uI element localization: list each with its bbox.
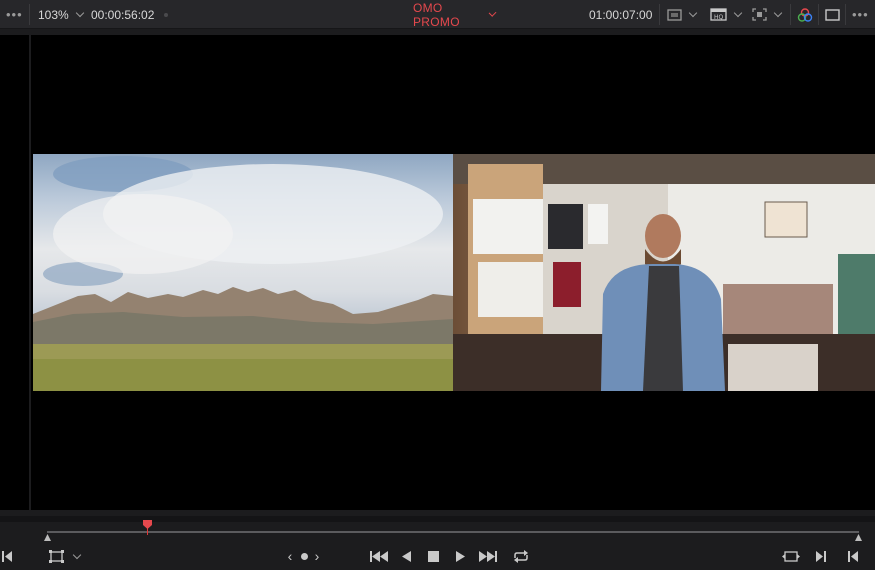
viewer-options-menu[interactable]: ••• [6, 0, 26, 29]
more-icon: ••• [6, 7, 23, 22]
divider [818, 4, 819, 25]
store-scene-image [453, 154, 875, 391]
store-interview-frame [453, 154, 875, 391]
svg-text:HQ: HQ [714, 14, 724, 21]
playhead-marker[interactable] [143, 520, 153, 529]
stop-icon [427, 550, 439, 562]
play-icon [455, 550, 465, 562]
play-reverse-icon [401, 550, 411, 562]
record-timecode-text: 01:00:07:00 [589, 7, 653, 22]
hq-icon: HQ [710, 8, 727, 21]
previous-clip-button[interactable] [846, 547, 860, 565]
dot-icon [300, 552, 308, 560]
record-timecode: 01:00:07:00 [589, 0, 653, 29]
first-frame-icon [2, 550, 12, 562]
skip-forward-icon [479, 550, 497, 562]
timeline-selector[interactable]: OMO PROMO [413, 0, 497, 29]
window-icon [825, 8, 840, 21]
skip-back-button[interactable] [369, 547, 389, 565]
divider [29, 4, 30, 25]
clip-view-icon [667, 8, 682, 21]
stop-button[interactable] [427, 547, 439, 565]
play-button[interactable] [454, 547, 466, 565]
chevron-down-icon [75, 8, 84, 18]
play-reverse-button[interactable] [400, 547, 412, 565]
chevron-down-icon [688, 8, 698, 18]
skip-back-icon [370, 550, 388, 562]
color-wheel-icon [797, 7, 813, 22]
timeline-name: OMO PROMO [413, 0, 460, 29]
prev-clip-icon [848, 550, 858, 562]
source-viewer-edge [0, 35, 29, 510]
zoom-value: 103% [38, 7, 69, 22]
match-frame-icon [782, 550, 800, 562]
chevron-down-icon [72, 550, 81, 559]
chevron-right-icon: › [314, 548, 320, 564]
divider [790, 4, 791, 25]
clip-view-dropdown[interactable] [667, 0, 701, 29]
source-timecode-text: 00:00:56:02 [91, 7, 155, 22]
source-timecode: 00:00:56:02 [91, 0, 155, 29]
chevron-left-icon: ‹ [287, 548, 293, 564]
marker-indicator[interactable] [298, 547, 310, 565]
next-frame-icon [816, 550, 826, 562]
first-frame-button[interactable] [0, 547, 14, 565]
more-icon: ••• [852, 7, 869, 22]
skip-forward-button[interactable] [478, 547, 498, 565]
enhanced-viewer-button[interactable] [825, 0, 841, 29]
zoom-dropdown[interactable]: 103% [38, 0, 84, 29]
loop-icon [514, 549, 528, 563]
viewer-toolbar: ••• 103% 00:00:56:02 OMO PROMO 01:00:07:… [0, 0, 875, 29]
divider [659, 4, 660, 25]
divider [845, 4, 846, 25]
overlay-dropdown[interactable] [752, 0, 786, 29]
chevron-down-icon [773, 8, 783, 18]
viewer-more-menu[interactable]: ••• [852, 0, 872, 29]
chevron-down-icon [733, 8, 743, 18]
scrub-track[interactable] [47, 531, 859, 533]
scrub-bar-background [0, 516, 875, 522]
mountain-landscape-frame [33, 154, 453, 391]
match-frame-button[interactable] [781, 547, 801, 565]
playback-quality-dropdown[interactable]: HQ [710, 0, 744, 29]
overlay-icon [752, 8, 767, 21]
mountain-scene-image [33, 156, 453, 391]
next-marker-button[interactable]: › [311, 547, 323, 565]
next-clip-button[interactable] [814, 547, 828, 565]
sync-indicator-icon [164, 0, 170, 29]
transform-icon [48, 549, 64, 563]
loop-button[interactable] [511, 547, 531, 565]
previous-marker-button[interactable]: ‹ [284, 547, 296, 565]
transform-dropdown[interactable] [44, 547, 84, 565]
chevron-down-icon [488, 9, 497, 17]
color-viewer-button[interactable] [797, 0, 815, 29]
